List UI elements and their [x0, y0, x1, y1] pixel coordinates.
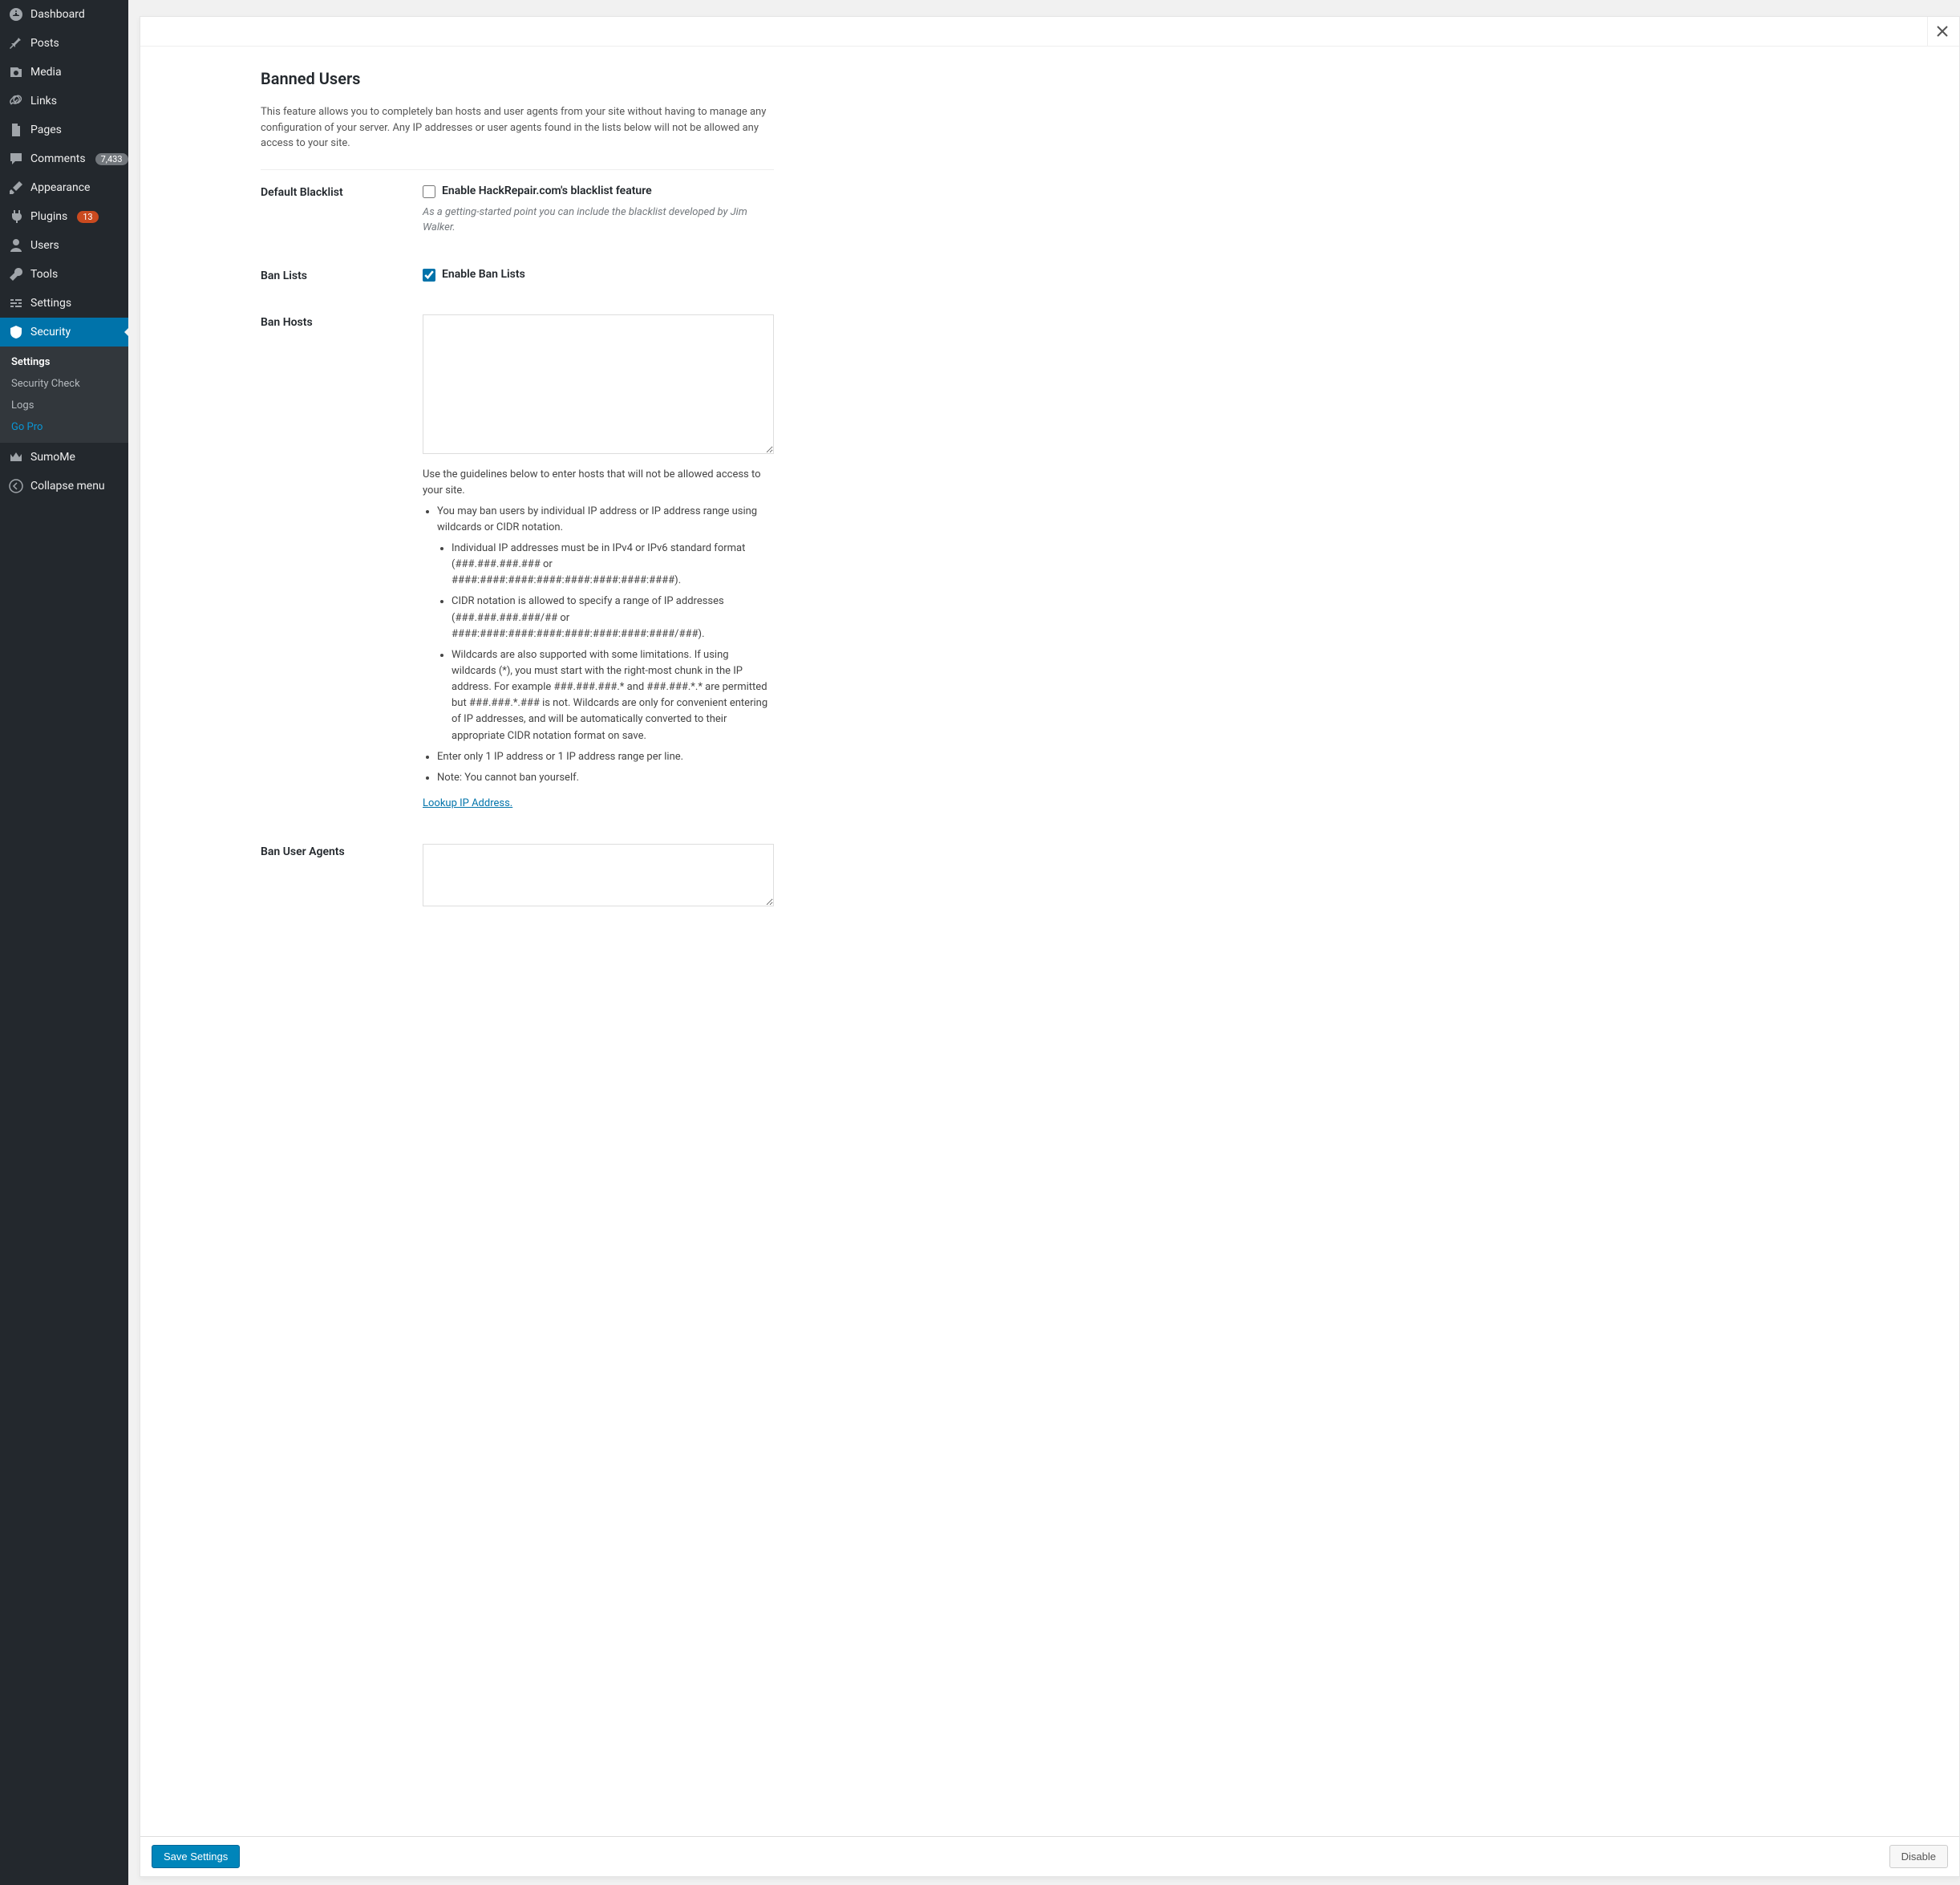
- save-settings-button[interactable]: Save Settings: [152, 1845, 240, 1868]
- sidebar-item-comments[interactable]: Comments 7,433: [0, 144, 128, 173]
- panel-body: Banned Users This feature allows you to …: [140, 47, 1959, 1836]
- close-icon: [1937, 26, 1948, 37]
- sidebar-label: Settings: [30, 297, 71, 310]
- user-icon: [8, 237, 24, 253]
- sidebar-item-dashboard[interactable]: Dashboard: [0, 0, 128, 29]
- default-blacklist-label: Default Blacklist: [261, 184, 423, 236]
- divider: [261, 169, 774, 170]
- guideline-item: Enter only 1 IP address or 1 IP address …: [437, 749, 774, 765]
- sidebar-item-links[interactable]: Links: [0, 87, 128, 116]
- disable-button[interactable]: Disable: [1889, 1845, 1948, 1868]
- section-title: Banned Users: [261, 69, 774, 88]
- sidebar-item-settings[interactable]: Settings: [0, 289, 128, 318]
- sidebar-item-media[interactable]: Media: [0, 58, 128, 87]
- ban-user-agents-label: Ban User Agents: [261, 844, 423, 910]
- plug-icon: [8, 209, 24, 225]
- sidebar-label: Dashboard: [30, 8, 85, 21]
- sidebar-item-sumome[interactable]: SumoMe: [0, 443, 128, 472]
- sidebar-item-posts[interactable]: Posts: [0, 29, 128, 58]
- sidebar-label: SumoMe: [30, 451, 75, 464]
- submenu-logs[interactable]: Logs: [0, 395, 128, 416]
- guideline-sub-item: Individual IP addresses must be in IPv4 …: [452, 541, 774, 589]
- panel-header: [140, 17, 1959, 47]
- sidebar-label: Security: [30, 326, 71, 338]
- link-icon: [8, 93, 24, 109]
- sidebar-label: Plugins: [30, 210, 67, 223]
- guideline-sub-item: CIDR notation is allowed to specify a ra…: [452, 594, 774, 642]
- ban-hosts-textarea[interactable]: [423, 314, 774, 454]
- sidebar-label: Pages: [30, 124, 62, 136]
- sidebar-item-pages[interactable]: Pages: [0, 116, 128, 144]
- sidebar-item-users[interactable]: Users: [0, 231, 128, 260]
- sidebar-label: Media: [30, 66, 62, 79]
- ban-user-agents-textarea[interactable]: [423, 844, 774, 906]
- comments-count-badge: 7,433: [95, 153, 128, 165]
- default-blacklist-checkbox[interactable]: [423, 185, 435, 198]
- comment-icon: [8, 151, 24, 167]
- page-icon: [8, 122, 24, 138]
- default-blacklist-checkbox-label[interactable]: Enable HackRepair.com's blacklist featur…: [442, 184, 652, 197]
- banned-users-panel: Banned Users This feature allows you to …: [140, 16, 1960, 1877]
- main-area: iThemes Security View Logs Support Learn…: [128, 0, 1960, 1885]
- guideline-item: You may ban users by individual IP addre…: [437, 504, 774, 744]
- pin-icon: [8, 35, 24, 51]
- sidebar-label: Collapse menu: [30, 480, 105, 493]
- media-icon: [8, 64, 24, 80]
- brush-icon: [8, 180, 24, 196]
- guideline-sub-item: Wildcards are also supported with some l…: [452, 647, 774, 744]
- plugins-update-badge: 13: [77, 211, 98, 223]
- lookup-ip-link[interactable]: Lookup IP Address.: [423, 797, 512, 809]
- wrench-icon: [8, 266, 24, 282]
- submenu-settings[interactable]: Settings: [0, 351, 128, 373]
- sidebar-label: Users: [30, 239, 59, 252]
- ban-lists-checkbox-label[interactable]: Enable Ban Lists: [442, 268, 525, 281]
- panel-footer: Save Settings Disable: [140, 1836, 1959, 1876]
- sidebar-item-tools[interactable]: Tools: [0, 260, 128, 289]
- default-blacklist-help: As a getting-started point you can inclu…: [423, 205, 774, 236]
- ban-lists-checkbox[interactable]: [423, 269, 435, 282]
- sliders-icon: [8, 295, 24, 311]
- section-description: This feature allows you to completely ba…: [261, 104, 774, 152]
- sidebar-label: Comments: [30, 152, 86, 165]
- dashboard-icon: [8, 6, 24, 22]
- close-button[interactable]: [1927, 17, 1956, 46]
- submenu-go-pro[interactable]: Go Pro: [0, 416, 128, 438]
- sidebar-label: Appearance: [30, 181, 90, 194]
- sidebar-label: Posts: [30, 37, 59, 50]
- sidebar-label: Tools: [30, 268, 58, 281]
- crown-icon: [8, 449, 24, 465]
- sidebar-collapse[interactable]: Collapse menu: [0, 472, 128, 501]
- admin-sidebar: Dashboard Posts Media Links Pages Commen…: [0, 0, 128, 1885]
- submenu-security-check[interactable]: Security Check: [0, 373, 128, 395]
- sidebar-item-plugins[interactable]: Plugins 13: [0, 202, 128, 231]
- collapse-icon: [8, 478, 24, 494]
- sidebar-label: Links: [30, 95, 57, 107]
- guideline-item: Note: You cannot ban yourself.: [437, 770, 774, 786]
- sidebar-item-security[interactable]: Security: [0, 318, 128, 347]
- ban-lists-label: Ban Lists: [261, 268, 423, 282]
- ban-hosts-intro: Use the guidelines below to enter hosts …: [423, 467, 774, 499]
- ban-hosts-label: Ban Hosts: [261, 314, 423, 813]
- security-submenu: Settings Security Check Logs Go Pro: [0, 347, 128, 443]
- sidebar-item-appearance[interactable]: Appearance: [0, 173, 128, 202]
- shield-icon: [8, 324, 24, 340]
